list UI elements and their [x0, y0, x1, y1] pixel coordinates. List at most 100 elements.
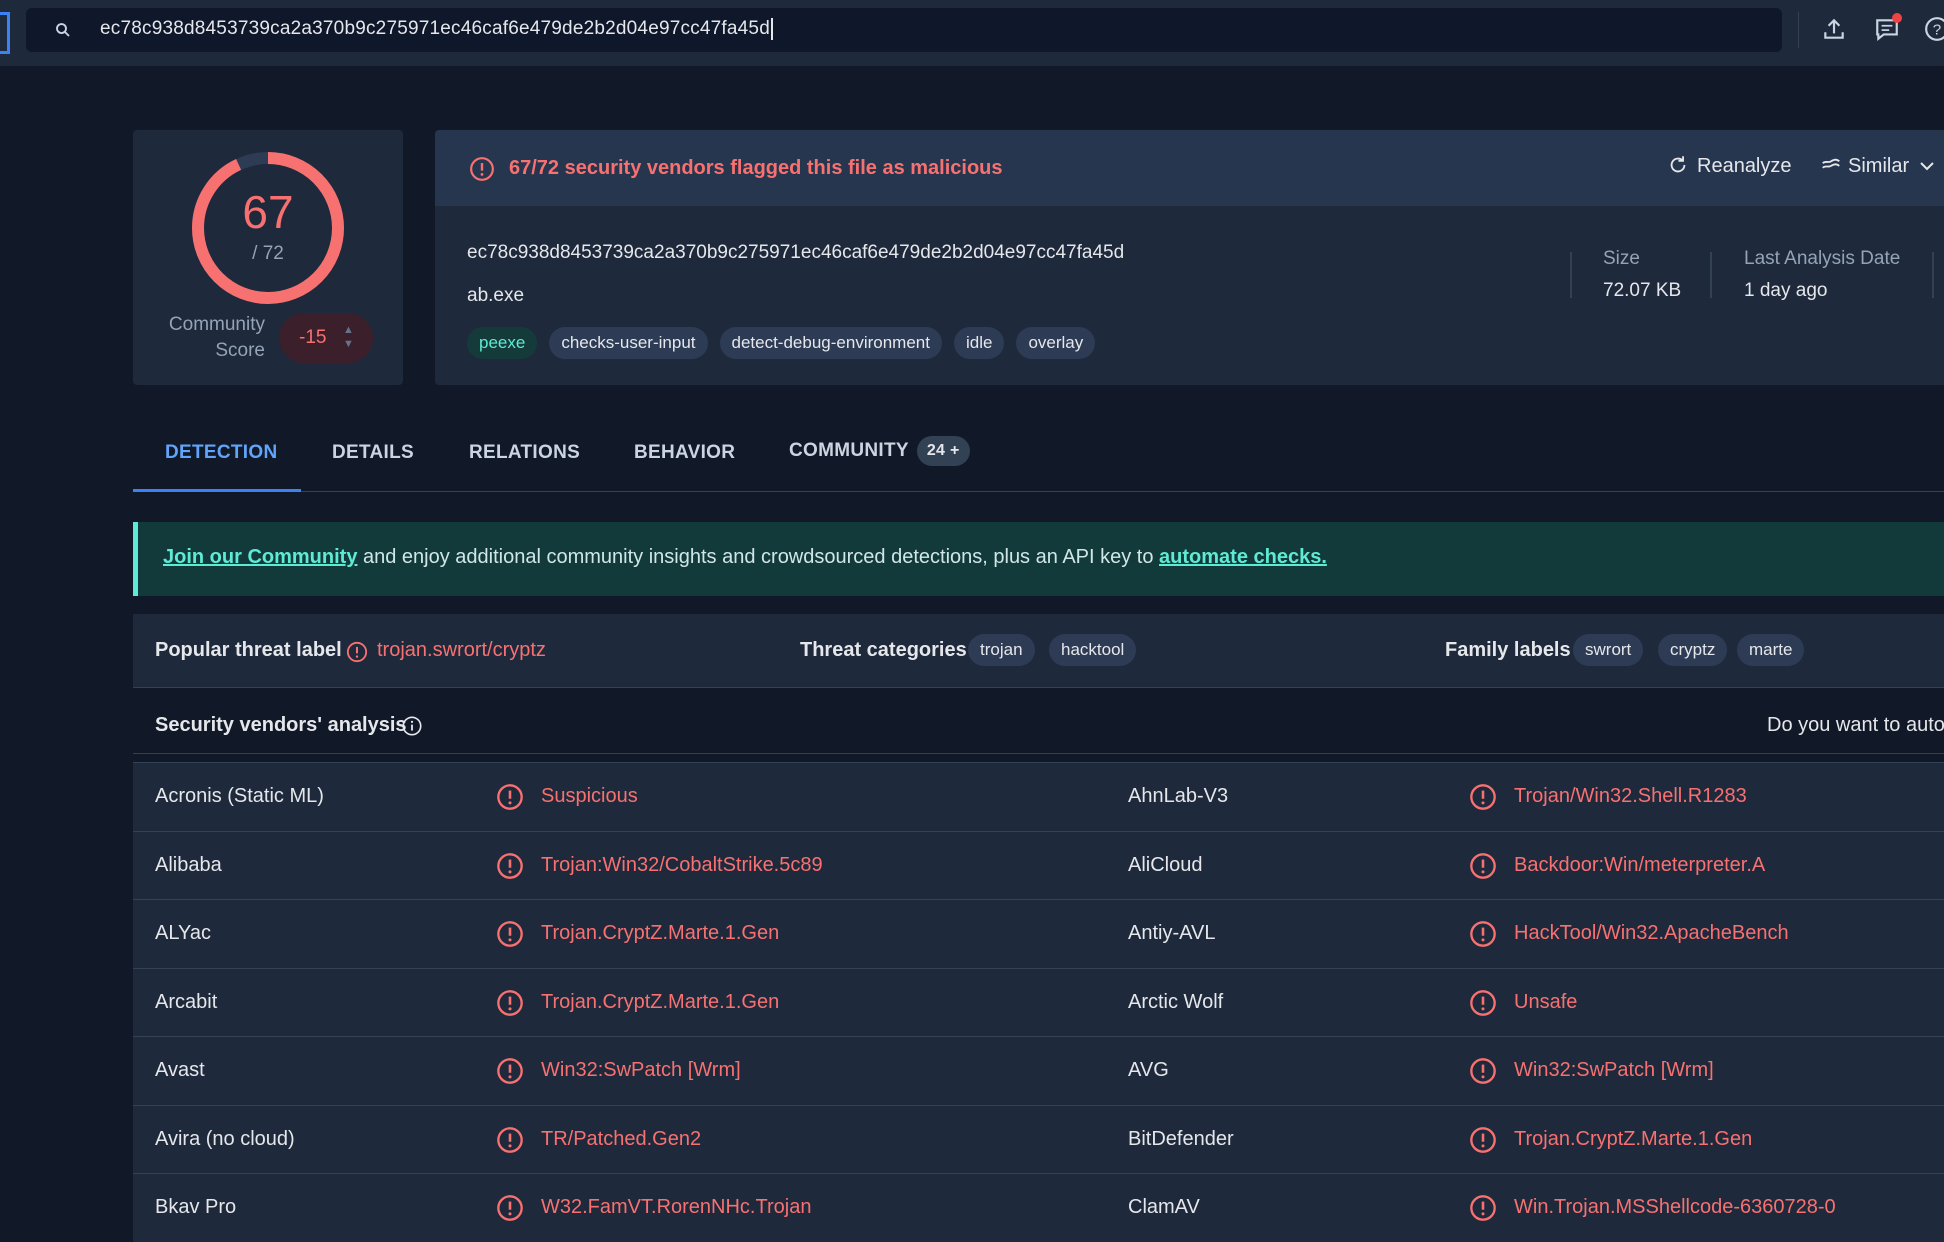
- category-chip[interactable]: trojan: [968, 634, 1035, 666]
- vendor-name: ClamAV: [1128, 1196, 1200, 1218]
- family-labels-label: Family labels: [1445, 639, 1571, 661]
- detection-total: / 72: [252, 243, 284, 264]
- family-chip[interactable]: marte: [1737, 634, 1805, 666]
- size-value: 72.07 KB: [1603, 280, 1682, 301]
- tab-behavior[interactable]: BEHAVIOR: [634, 442, 735, 464]
- vendor-result: Trojan:Win32/CobaltStrike.5c89: [541, 853, 823, 876]
- threat-categories-label: Threat categories: [800, 639, 967, 661]
- family-chip[interactable]: cryptz: [1658, 634, 1728, 666]
- table-row: Acronis (Static ML) Suspicious AhnLab-V3 Tr…: [133, 762, 1944, 831]
- help-icon[interactable]: ?: [1924, 16, 1944, 42]
- alert-icon: [1470, 1058, 1496, 1084]
- reanalyze-label: Reanalyze: [1697, 155, 1792, 177]
- join-community-link[interactable]: Join our Community: [163, 546, 357, 568]
- similar-label: Similar: [1848, 155, 1910, 177]
- malicious-alert: 67/72 security vendors flagged this file…: [509, 157, 1003, 179]
- vendor-name: Arctic Wolf: [1128, 990, 1224, 1013]
- category-chip[interactable]: hacktool: [1049, 634, 1137, 666]
- vendor-result: Trojan.CryptZ.Marte.1.Gen: [1514, 1127, 1753, 1150]
- reanalyze-button[interactable]: Reanalyze: [1667, 154, 1792, 178]
- popular-threat-label: Popular threat label: [155, 639, 342, 661]
- vendor-result: W32.FamVT.RorenNHc.Trojan: [541, 1196, 812, 1218]
- alert-icon: [497, 1058, 523, 1084]
- tab-detection[interactable]: DETECTION: [165, 442, 277, 464]
- alert-icon: [497, 784, 523, 810]
- vendor-name: Alibaba: [155, 853, 222, 876]
- vendor-name: Antiy-AVL: [1128, 922, 1216, 944]
- vendor-result: Win.Trojan.MSShellcode-6360728-0: [1514, 1196, 1836, 1218]
- vendor-result: Backdoor:Win/meterpreter.A: [1514, 853, 1766, 876]
- top-divider: [1798, 12, 1799, 48]
- info-icon[interactable]: [401, 715, 423, 737]
- similar-icon: [1822, 158, 1840, 169]
- alert-icon: [1470, 921, 1496, 947]
- search-input[interactable]: ec78c938d8453739ca2a370b9c275971ec46caf6…: [100, 18, 773, 40]
- last-analysis-value: 1 day ago: [1744, 280, 1828, 301]
- tag-peexe[interactable]: peexe: [467, 327, 538, 359]
- top-bar: ec78c938d8453739ca2a370b9c275971ec46caf6…: [0, 0, 1944, 66]
- file-name: ab.exe: [467, 285, 525, 306]
- tab-community-label: COMMUNITY: [789, 440, 909, 461]
- community-banner: Join our Community and enjoy additional …: [133, 522, 1944, 596]
- vendor-result: Suspicious: [541, 785, 638, 807]
- meta-divider: [1570, 252, 1572, 298]
- last-analysis-label: Last Analysis Date: [1744, 248, 1901, 269]
- tab-bar: DETECTION DETAILS RELATIONS BEHAVIOR COM…: [133, 430, 1944, 492]
- tag-idle[interactable]: idle: [953, 327, 1005, 359]
- vendor-result: TR/Patched.Gen2: [541, 1127, 702, 1150]
- notification-dot: [1892, 13, 1902, 23]
- tab-details[interactable]: DETAILS: [332, 442, 414, 464]
- similar-dropdown[interactable]: Similar: [1820, 154, 1935, 178]
- refresh-icon: [1670, 156, 1686, 173]
- community-score-pill: -15 ▲ ▼: [279, 313, 373, 363]
- community-score-value: -15: [299, 327, 327, 348]
- vendor-name: ALYac: [155, 922, 211, 944]
- search-icon: [56, 23, 70, 37]
- automate-prompt[interactable]: Do you want to auto: [1767, 714, 1944, 737]
- alert-icon: [346, 641, 368, 663]
- vendor-result: HackTool/Win32.ApacheBench: [1514, 922, 1789, 944]
- upload-icon[interactable]: [1821, 16, 1847, 42]
- vendors-title: Security vendors' analysis: [155, 714, 407, 736]
- summary-header: 67/72 security vendors flagged this file…: [435, 130, 1944, 206]
- file-tags: peexe checks-user-input detect-debug-env…: [467, 327, 1096, 359]
- search-box[interactable]: ec78c938d8453739ca2a370b9c275971ec46caf6…: [26, 8, 1782, 52]
- family-chip[interactable]: swrort: [1573, 634, 1644, 666]
- file-hash[interactable]: ec78c938d8453739ca2a370b9c275971ec46caf6…: [467, 242, 1124, 264]
- alert-icon: [1470, 989, 1496, 1016]
- detection-count: 67: [242, 186, 294, 238]
- vote-arrows[interactable]: ▲ ▼: [343, 323, 354, 351]
- active-tab-indicator: [133, 489, 301, 492]
- alert-icon: [497, 1126, 523, 1153]
- alert-icon: [497, 1195, 523, 1221]
- alert-icon: [497, 852, 523, 879]
- vendor-name: BitDefender: [1128, 1127, 1234, 1150]
- file-summary-card: 67/72 security vendors flagged this file…: [435, 130, 1944, 385]
- tag-checks-user-input[interactable]: checks-user-input: [549, 327, 708, 359]
- tag-detect-debug-environment[interactable]: detect-debug-environment: [719, 327, 942, 359]
- table-row: Bkav Pro W32.FamVT.RorenNHc.Trojan ClamAV W…: [133, 1173, 1944, 1242]
- vendor-name: AVG: [1128, 1059, 1169, 1081]
- table-row: Avira (no cloud) TR/Patched.Gen2 BitDefend…: [133, 1104, 1944, 1173]
- vendor-result: Trojan.CryptZ.Marte.1.Gen: [541, 922, 780, 944]
- table-row: Avast Win32:SwPatch [Wrm] AVG Win32:SwPatch…: [133, 1036, 1944, 1105]
- tab-community[interactable]: COMMUNITY 24 +: [789, 436, 970, 466]
- table-row: Arcabit Trojan.CryptZ.Marte.1.Gen Arctic W…: [133, 967, 1944, 1036]
- tab-relations[interactable]: RELATIONS: [469, 442, 580, 464]
- community-count-badge: 24 +: [916, 436, 970, 466]
- meta-divider: [1710, 252, 1712, 298]
- alert-icon: [1470, 1126, 1496, 1153]
- banner-middle-text: and enjoy additional community insights …: [357, 546, 1160, 568]
- vendor-result: Trojan/Win32.Shell.R1283: [1514, 785, 1747, 807]
- banner-text: Join our Community and enjoy additional …: [163, 546, 1327, 569]
- menu-edge[interactable]: [0, 12, 10, 54]
- vendor-name: Bkav Pro: [155, 1196, 237, 1218]
- tag-overlay[interactable]: overlay: [1016, 327, 1096, 359]
- table-row: ALYac Trojan.CryptZ.Marte.1.Gen Antiy-AVL H…: [133, 899, 1944, 968]
- size-label: Size: [1603, 248, 1640, 269]
- vendor-result: Unsafe: [1514, 990, 1578, 1013]
- automate-checks-link[interactable]: automate checks.: [1159, 546, 1327, 568]
- vendor-name: Arcabit: [155, 990, 218, 1013]
- alert-icon: [470, 157, 494, 181]
- popular-threat-value[interactable]: trojan.swrort/cryptz: [377, 639, 546, 662]
